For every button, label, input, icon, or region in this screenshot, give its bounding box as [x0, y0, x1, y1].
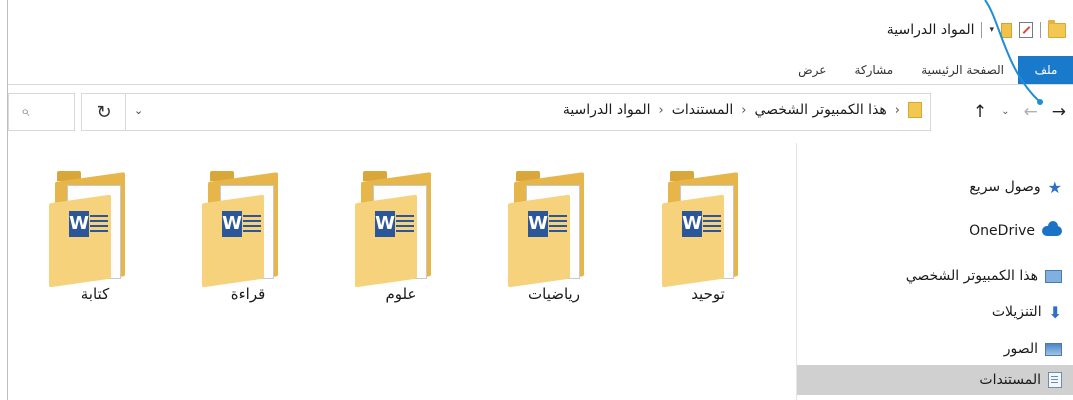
- address-history-dropdown[interactable]: ⌄: [134, 104, 143, 117]
- nav-item-label: OneDrive: [969, 223, 1035, 239]
- nav-item-label: هذا الكمبيوتر الشخصي: [905, 268, 1038, 284]
- window-title: المواد الدراسية: [886, 22, 975, 38]
- folder-item[interactable]: W علوم: [341, 171, 461, 321]
- computer-icon: [1045, 269, 1062, 283]
- ribbon-tabs: ملف الصفحة الرئيسية مشاركة عرض: [784, 56, 1073, 84]
- tab-view[interactable]: عرض: [784, 56, 840, 84]
- folder-icon: [1048, 19, 1066, 38]
- folder-label: علوم: [385, 285, 417, 303]
- nav-item-label: وصول سريع: [969, 179, 1041, 195]
- breadcrumb: › هذا الكمبيوتر الشخصي › المستندات › الم…: [563, 102, 922, 118]
- divider: [1040, 22, 1041, 38]
- tab-file[interactable]: ملف: [1018, 56, 1073, 84]
- word-folder-icon: W: [508, 171, 600, 288]
- nav-item-downloads[interactable]: ⬇ التنزيلات: [992, 300, 1062, 324]
- nav-item-label: المستندات: [979, 372, 1041, 388]
- folder-icon: [908, 102, 922, 118]
- up-button[interactable]: ↑: [973, 101, 987, 123]
- pictures-icon: [1045, 342, 1062, 356]
- properties-icon[interactable]: [1019, 22, 1033, 38]
- address-row: → ← ⌄ ↑ ⌄ › هذا الكمبيوتر الشخصي › المست…: [8, 91, 1073, 133]
- quick-access-toolbar: ▾ المواد الدراسية: [887, 19, 1066, 41]
- word-folder-icon: W: [355, 171, 447, 288]
- forward-button[interactable]: ←: [1024, 101, 1038, 123]
- back-button[interactable]: →: [1052, 101, 1066, 123]
- recent-locations-button[interactable]: ⌄: [1001, 101, 1009, 123]
- documents-icon: [1048, 372, 1062, 388]
- search-input[interactable]: ⌕: [8, 93, 75, 131]
- file-list: W توحيد W رياضيات W علوم W قراءة W كتابة: [8, 143, 797, 400]
- word-folder-icon: W: [202, 171, 294, 288]
- star-icon: ★: [1047, 177, 1062, 197]
- title-bar: ▾ المواد الدراسية: [8, 14, 1073, 44]
- download-icon: ⬇: [1048, 302, 1062, 322]
- folder-item[interactable]: W كتابة: [35, 171, 155, 321]
- explorer-window: ▾ المواد الدراسية ملف الصفحة الرئيسية مش…: [7, 0, 1073, 400]
- folder-label: توحيد: [691, 285, 725, 303]
- new-folder-icon[interactable]: [1001, 22, 1012, 38]
- folder-label: قراءة: [230, 285, 266, 303]
- customize-toolbar-dropdown[interactable]: ▾: [989, 25, 994, 35]
- chevron-icon[interactable]: ›: [741, 103, 746, 118]
- navigation-buttons: → ← ⌄ ↑: [973, 101, 1073, 123]
- ribbon: ملف الصفحة الرئيسية مشاركة عرض: [8, 56, 1073, 85]
- tab-home[interactable]: الصفحة الرئيسية: [907, 56, 1018, 84]
- nav-item-label: التنزيلات: [991, 304, 1042, 320]
- word-folder-icon: W: [49, 171, 141, 288]
- address-bar[interactable]: ⌄ › هذا الكمبيوتر الشخصي › المستندات › ا…: [125, 93, 931, 131]
- cloud-icon: [1042, 221, 1062, 236]
- chevron-icon[interactable]: ›: [895, 103, 900, 118]
- search-icon: ⌕: [21, 102, 30, 120]
- refresh-button[interactable]: ↻: [81, 93, 126, 131]
- word-folder-icon: W: [662, 171, 754, 288]
- nav-item-documents[interactable]: المستندات: [797, 365, 1073, 395]
- folder-item[interactable]: W رياضيات: [494, 171, 614, 321]
- nav-item-label: الصور: [1003, 341, 1038, 357]
- folder-item[interactable]: W توحيد: [648, 171, 768, 321]
- nav-item-this-pc[interactable]: هذا الكمبيوتر الشخصي: [906, 264, 1062, 288]
- nav-item-pictures[interactable]: الصور: [1004, 337, 1062, 361]
- folder-item[interactable]: W قراءة: [188, 171, 308, 321]
- tab-share[interactable]: مشاركة: [840, 56, 907, 84]
- breadcrumb-current-folder[interactable]: المواد الدراسية: [563, 102, 651, 118]
- folder-label: كتابة: [80, 285, 110, 303]
- nav-item-onedrive[interactable]: OneDrive: [969, 219, 1062, 243]
- nav-item-quick-access[interactable]: ★ وصول سريع: [969, 175, 1062, 199]
- divider: [981, 22, 983, 38]
- navigation-pane: ★ وصول سريع OneDrive هذا الكمبيوتر الشخص…: [796, 143, 1073, 400]
- breadcrumb-documents[interactable]: المستندات: [672, 102, 734, 118]
- breadcrumb-this-pc[interactable]: هذا الكمبيوتر الشخصي: [755, 102, 887, 118]
- folder-label: رياضيات: [528, 285, 580, 303]
- chevron-icon[interactable]: ›: [658, 103, 663, 118]
- refresh-icon: ↻: [96, 101, 112, 123]
